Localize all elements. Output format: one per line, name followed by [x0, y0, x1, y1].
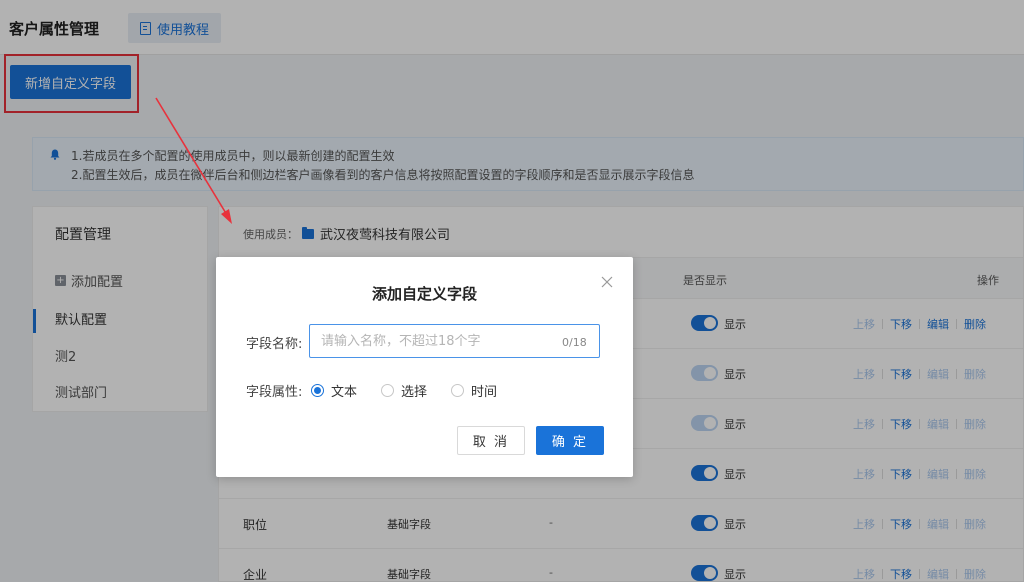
field-attr-radio-group: 文本 选择 时间: [311, 381, 521, 400]
radio-circle[interactable]: [381, 384, 395, 397]
radio-circle[interactable]: [451, 384, 465, 397]
confirm-button[interactable]: 确 定: [536, 426, 604, 455]
radio-text-label: 文本: [331, 385, 358, 400]
field-name-label: 字段名称:: [246, 337, 303, 352]
radio-time-label: 时间: [471, 385, 498, 400]
radio-time[interactable]: 时间: [451, 381, 497, 400]
close-icon[interactable]: [600, 275, 614, 289]
radio-circle-checked[interactable]: [311, 384, 324, 397]
field-attr-label: 字段属性:: [246, 385, 303, 400]
input-counter: 0/18: [562, 336, 587, 349]
dialog-title: 添加自定义字段: [371, 285, 477, 303]
field-name-input[interactable]: [309, 324, 600, 358]
cancel-button[interactable]: 取 消: [457, 426, 525, 455]
radio-select-label: 选择: [401, 385, 428, 400]
radio-select[interactable]: 选择: [381, 381, 427, 400]
add-field-dialog: 添加自定义字段 字段名称: 0/18 字段属性: 文本 选择 时间 取 消 确 …: [216, 257, 633, 477]
radio-text[interactable]: 文本: [311, 381, 357, 400]
